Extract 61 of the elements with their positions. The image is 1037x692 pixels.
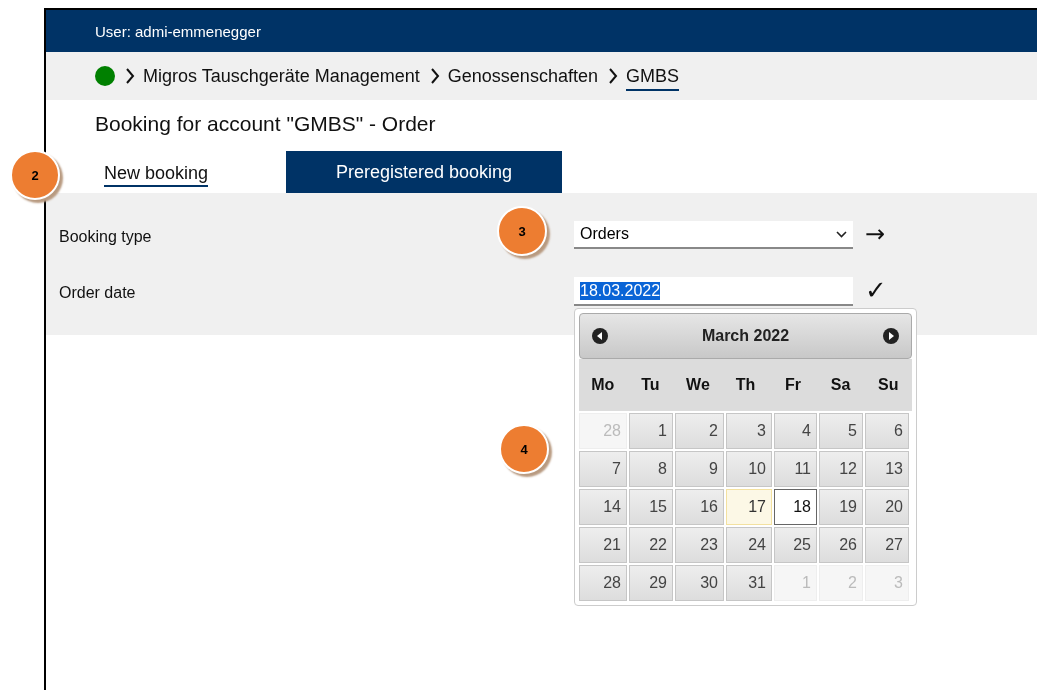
user-label: User: admi-emmenegger [95, 22, 261, 40]
chevron-icon [125, 68, 135, 84]
day-cell[interactable]: 21 [579, 527, 627, 563]
day-cell[interactable]: 31 [726, 565, 772, 601]
day-cell[interactable]: 8 [629, 451, 673, 487]
date-field[interactable]: 18.03.2022 [574, 277, 853, 306]
weekday-label: Mo [590, 376, 616, 394]
booking-type-dropdown[interactable]: Orders [574, 221, 853, 249]
day-cell[interactable]: 11 [774, 451, 817, 487]
day-cell[interactable]: 12 [819, 451, 863, 487]
next-icon[interactable] [883, 328, 899, 344]
day-cell[interactable]: 27 [865, 527, 909, 563]
breadcrumb-link[interactable]: GMBS [625, 61, 679, 91]
day-cell[interactable]: 4 [774, 413, 817, 449]
day-cell[interactable]: 3 [726, 413, 772, 449]
month-title: March 2022 [701, 327, 790, 345]
tab[interactable]: Preregistered booking [286, 151, 563, 193]
day-cell[interactable]: 6 [865, 413, 909, 449]
day-cell[interactable]: 29 [629, 565, 673, 601]
day-cell[interactable]: 19 [819, 489, 863, 525]
day-cell[interactable]: 20 [865, 489, 909, 525]
field-label: Order date [59, 284, 136, 302]
day-cell[interactable]: 30 [675, 565, 724, 601]
page-title: Booking for account "GMBS" - Order [94, 110, 437, 137]
chevron-icon [607, 68, 618, 84]
weekday-label: Sa [829, 376, 852, 394]
previous-icon[interactable] [592, 328, 608, 344]
day-cell[interactable]: 10 [726, 451, 772, 487]
day-cell[interactable]: 7 [579, 451, 627, 487]
callout-badge: 4 [499, 424, 549, 474]
weekday-label: Fr [784, 376, 803, 394]
day-cell[interactable]: 14 [579, 489, 627, 525]
breadcrumb-link[interactable]: Genossenschaften [447, 61, 598, 91]
day-cell[interactable]: 24 [726, 527, 772, 563]
day-cell[interactable]: 23 [675, 527, 724, 563]
breadcrumb-link[interactable]: Migros Tauschgeräte Management [143, 61, 420, 91]
day-cell[interactable]: 25 [774, 527, 817, 563]
field-label: Booking type [59, 228, 152, 246]
day-cell[interactable]: 9 [675, 451, 724, 487]
weekday-label: Th [734, 376, 757, 394]
day-cell[interactable]: 18 [774, 489, 817, 525]
day-cell[interactable]: 1 [629, 413, 673, 449]
callout-badge: 2 [10, 150, 60, 200]
tab[interactable]: New booking [104, 163, 209, 187]
arrow-button[interactable]: → [865, 221, 886, 247]
day-cell[interactable]: 17 [726, 489, 772, 525]
weekday-label: Tu [640, 376, 661, 394]
confirm-button[interactable]: ✓ [865, 277, 887, 303]
weekday-label: Su [877, 376, 900, 394]
day-cell[interactable]: 28 [579, 565, 627, 601]
chevron-icon [429, 68, 440, 84]
caret-icon [836, 230, 847, 238]
day-cell[interactable]: 13 [865, 451, 909, 487]
day-cell[interactable]: 2 [675, 413, 724, 449]
status-dot [95, 66, 115, 86]
day-cell[interactable]: 5 [819, 413, 863, 449]
day-cell[interactable]: 16 [675, 489, 724, 525]
day-cell[interactable]: 26 [819, 527, 863, 563]
day-cell[interactable]: 22 [629, 527, 673, 563]
weekday-label: We [685, 376, 711, 394]
day-cell[interactable]: 15 [629, 489, 673, 525]
